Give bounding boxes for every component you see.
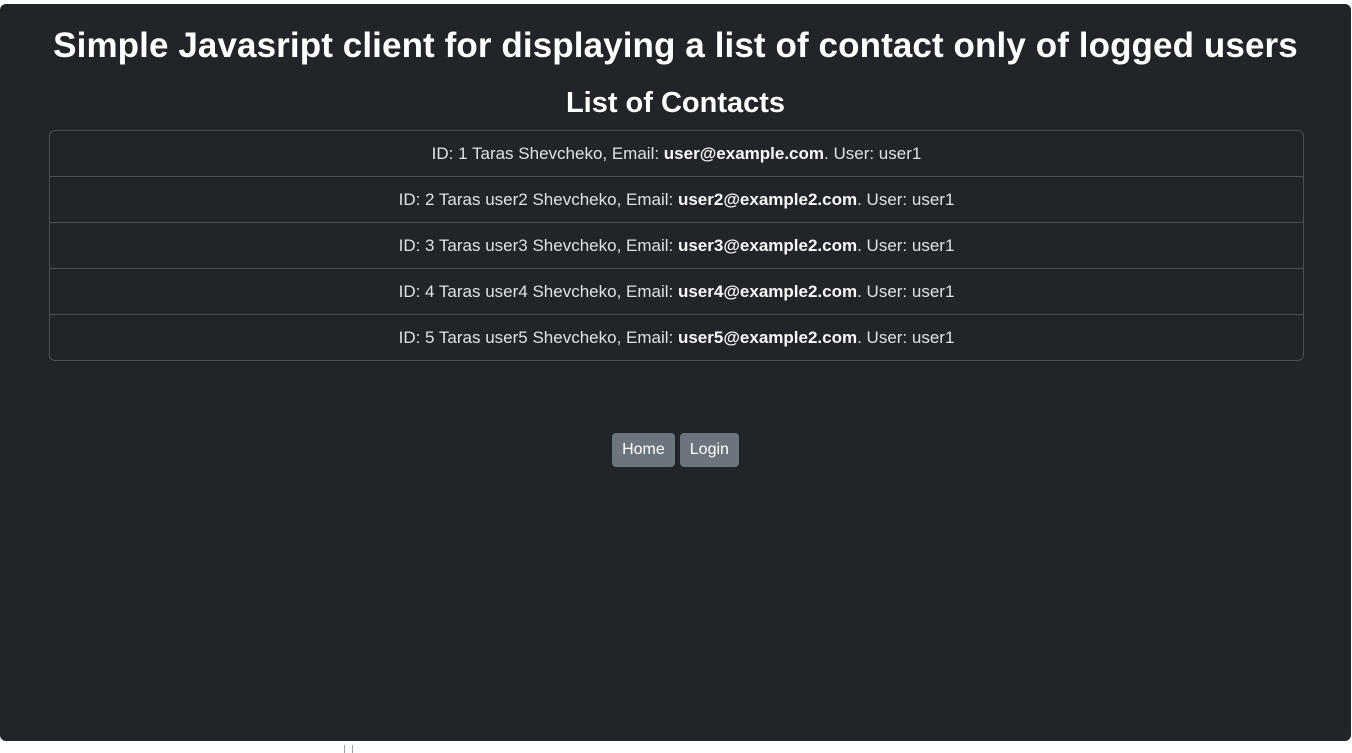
contact-item: ID: 3 Taras user3 Shevcheko, Email: user… xyxy=(50,223,1303,269)
contact-suffix: . User: user1 xyxy=(857,236,955,255)
contact-prefix: ID: 1 Taras Shevcheko, Email: xyxy=(431,144,664,163)
contact-email: user2@example2.com xyxy=(677,190,858,209)
contact-list: ID: 1 Taras Shevcheko, Email: user@examp… xyxy=(49,130,1304,361)
contact-suffix: . User: user1 xyxy=(857,328,955,347)
contact-prefix: ID: 4 Taras user4 Shevcheko, Email: xyxy=(398,282,678,301)
contact-email: user@example.com xyxy=(663,144,825,163)
contact-prefix: ID: 3 Taras user3 Shevcheko, Email: xyxy=(398,236,678,255)
contact-item: ID: 1 Taras Shevcheko, Email: user@examp… xyxy=(50,131,1303,177)
contact-prefix: ID: 5 Taras user5 Shevcheko, Email: xyxy=(398,328,678,347)
contact-suffix: . User: user1 xyxy=(824,144,922,163)
taskbar-strip xyxy=(0,745,1352,753)
contact-item: ID: 4 Taras user4 Shevcheko, Email: user… xyxy=(50,269,1303,315)
list-title: List of Contacts xyxy=(565,87,786,119)
page-title: Simple Javasript client for displaying a… xyxy=(53,26,1298,65)
contact-item: ID: 5 Taras user5 Shevcheko, Email: user… xyxy=(50,315,1303,360)
contact-prefix: ID: 2 Taras user2 Shevcheko, Email: xyxy=(398,190,678,209)
contact-suffix: . User: user1 xyxy=(857,282,955,301)
login-button[interactable]: Login xyxy=(679,433,739,467)
nav-buttons: Home Login xyxy=(0,433,1351,467)
app-window: Simple Javasript client for displaying a… xyxy=(0,4,1351,741)
taskbar-divider xyxy=(352,745,353,753)
taskbar-divider xyxy=(344,745,345,753)
contact-email: user3@example2.com xyxy=(677,236,858,255)
contact-email: user5@example2.com xyxy=(677,328,858,347)
contact-email: user4@example2.com xyxy=(677,282,858,301)
contact-suffix: . User: user1 xyxy=(857,190,955,209)
contact-item: ID: 2 Taras user2 Shevcheko, Email: user… xyxy=(50,177,1303,223)
home-button[interactable]: Home xyxy=(612,433,675,467)
